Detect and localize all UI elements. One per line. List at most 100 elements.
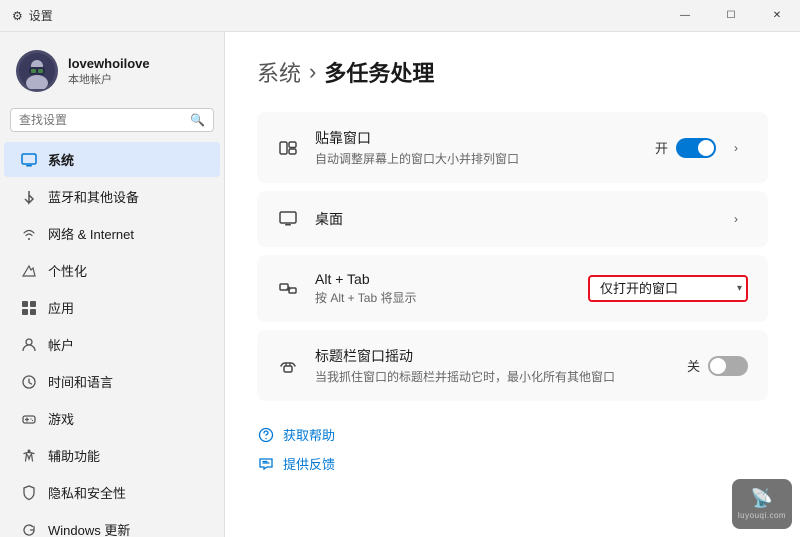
sidebar-item-label: 时间和语言 — [48, 372, 113, 391]
breadcrumb-separator: › — [309, 59, 316, 85]
apps-icon — [20, 299, 38, 317]
alt-tab-icon — [277, 278, 299, 300]
desktop-title: 桌面 — [315, 209, 708, 229]
alt-tab-control: 仅打开的窗口 打开的窗口和标签页 所有标签页 ▾ — [588, 275, 748, 302]
snap-toggle-knob — [698, 140, 714, 156]
help-icon — [257, 426, 275, 444]
main-layout: lovewhoilove 本地帐户 🔍 系统 蓝牙和其他设备 — [0, 32, 800, 537]
title-bar-controls: — ☐ ✕ — [662, 0, 800, 32]
desktop-icon — [277, 208, 299, 230]
snap-window-row: 贴靠窗口 自动调整屏幕上的窗口大小并排列窗口 开 › — [257, 112, 768, 183]
windows-update-icon — [20, 521, 38, 537]
breadcrumb: 系统 › 多任务处理 — [257, 56, 768, 88]
snap-window-title: 贴靠窗口 — [315, 128, 639, 148]
snap-window-control: 开 › — [655, 136, 748, 160]
footer-links: 获取帮助 提供反馈 — [257, 425, 768, 473]
alt-tab-title: Alt + Tab — [315, 271, 572, 287]
personalization-icon — [20, 262, 38, 280]
shake-control: 关 — [687, 356, 748, 376]
alt-tab-dropdown[interactable]: 仅打开的窗口 打开的窗口和标签页 所有标签页 — [588, 275, 748, 302]
shake-text: 标题栏窗口摇动 当我抓住窗口的标题栏并摇动它时，最小化所有其他窗口 — [315, 346, 671, 385]
desktop-chevron[interactable]: › — [724, 207, 748, 231]
search-box[interactable]: 🔍 — [10, 108, 214, 132]
search-icon: 🔍 — [190, 113, 205, 127]
feedback-link[interactable]: 提供反馈 — [257, 454, 768, 473]
shake-title: 标题栏窗口摇动 — [315, 346, 671, 366]
alt-tab-text: Alt + Tab 按 Alt + Tab 将显示 — [315, 271, 572, 306]
watermark-text: luyouqi.com — [738, 511, 786, 520]
snap-toggle-label: 开 — [655, 138, 668, 157]
sidebar-item-windows-update[interactable]: Windows 更新 — [4, 512, 220, 537]
alt-tab-dropdown-wrapper: 仅打开的窗口 打开的窗口和标签页 所有标签页 ▾ — [588, 275, 748, 302]
breadcrumb-current: 多任务处理 — [324, 56, 434, 88]
search-input[interactable] — [19, 113, 184, 127]
username: lovewhoilove — [68, 56, 150, 71]
bluetooth-icon — [20, 188, 38, 206]
alt-tab-desc: 按 Alt + Tab 将显示 — [315, 289, 572, 306]
snap-chevron[interactable]: › — [724, 136, 748, 160]
shake-icon — [277, 355, 299, 377]
sidebar-item-label: 隐私和安全性 — [48, 483, 126, 502]
sidebar-item-label: 辅助功能 — [48, 446, 100, 465]
sidebar-item-system[interactable]: 系统 — [4, 142, 220, 177]
accessibility-icon — [20, 447, 38, 465]
sidebar-item-network[interactable]: 网络 & Internet — [4, 216, 220, 251]
sidebar-item-label: 应用 — [48, 298, 74, 317]
system-icon — [20, 151, 38, 169]
sidebar-item-personalization[interactable]: 个性化 — [4, 253, 220, 288]
feedback-icon — [257, 455, 275, 473]
user-info: lovewhoilove 本地帐户 — [68, 56, 150, 87]
sidebar-item-label: 游戏 — [48, 409, 74, 428]
snap-window-desc: 自动调整屏幕上的窗口大小并排列窗口 — [315, 150, 639, 167]
sidebar-item-apps[interactable]: 应用 — [4, 290, 220, 325]
sidebar-item-label: 蓝牙和其他设备 — [48, 187, 139, 206]
sidebar-item-bluetooth[interactable]: 蓝牙和其他设备 — [4, 179, 220, 214]
sidebar-item-accessibility[interactable]: 辅助功能 — [4, 438, 220, 473]
snap-window-text: 贴靠窗口 自动调整屏幕上的窗口大小并排列窗口 — [315, 128, 639, 167]
maximize-button[interactable]: ☐ — [708, 0, 754, 32]
shake-toggle-knob — [710, 358, 726, 374]
privacy-icon — [20, 484, 38, 502]
accounts-icon — [20, 336, 38, 354]
shake-row: 标题栏窗口摇动 当我抓住窗口的标题栏并摇动它时，最小化所有其他窗口 关 — [257, 330, 768, 401]
watermark: 📡 luyouqi.com — [732, 479, 792, 529]
feedback-label: 提供反馈 — [283, 454, 335, 473]
sidebar-item-label: 个性化 — [48, 261, 87, 280]
network-icon — [20, 225, 38, 243]
gaming-icon — [20, 410, 38, 428]
settings-section-alttab: Alt + Tab 按 Alt + Tab 将显示 仅打开的窗口 打开的窗口和标… — [257, 255, 768, 322]
account-type: 本地帐户 — [68, 71, 150, 87]
close-button[interactable]: ✕ — [754, 0, 800, 32]
help-label: 获取帮助 — [283, 425, 335, 444]
settings-section-shake: 标题栏窗口摇动 当我抓住窗口的标题栏并摇动它时，最小化所有其他窗口 关 — [257, 330, 768, 401]
title-bar: ⚙ 设置 — ☐ ✕ — [0, 0, 800, 32]
title-bar-title: 设置 — [29, 7, 53, 24]
shake-toggle-label: 关 — [687, 356, 700, 375]
sidebar-item-privacy[interactable]: 隐私和安全性 — [4, 475, 220, 510]
avatar — [16, 50, 58, 92]
shake-toggle[interactable] — [708, 356, 748, 376]
snap-toggle[interactable] — [676, 138, 716, 158]
settings-section-desktop: 桌面 › — [257, 191, 768, 247]
help-link[interactable]: 获取帮助 — [257, 425, 768, 444]
snap-icon — [277, 137, 299, 159]
settings-section-snap: 贴靠窗口 自动调整屏幕上的窗口大小并排列窗口 开 › — [257, 112, 768, 183]
minimize-button[interactable]: — — [662, 0, 708, 32]
watermark-icon: 📡 — [751, 488, 773, 509]
shake-desc: 当我抓住窗口的标题栏并摇动它时，最小化所有其他窗口 — [315, 368, 671, 385]
sidebar-item-accounts[interactable]: 帐户 — [4, 327, 220, 362]
user-section: lovewhoilove 本地帐户 — [0, 40, 224, 106]
alt-tab-row: Alt + Tab 按 Alt + Tab 将显示 仅打开的窗口 打开的窗口和标… — [257, 255, 768, 322]
sidebar-item-label: Windows 更新 — [48, 520, 130, 537]
content-area: 系统 › 多任务处理 贴靠窗口 自动调整屏幕上的窗口大小并排列窗口 开 — [225, 32, 800, 537]
desktop-row: 桌面 › — [257, 191, 768, 247]
time-icon — [20, 373, 38, 391]
title-bar-left: ⚙ 设置 — [12, 7, 53, 24]
sidebar: lovewhoilove 本地帐户 🔍 系统 蓝牙和其他设备 — [0, 32, 225, 537]
breadcrumb-parent[interactable]: 系统 — [257, 56, 301, 88]
sidebar-item-label: 网络 & Internet — [48, 224, 134, 243]
sidebar-item-label: 帐户 — [48, 335, 74, 354]
desktop-text: 桌面 — [315, 209, 708, 229]
sidebar-item-time[interactable]: 时间和语言 — [4, 364, 220, 399]
sidebar-item-gaming[interactable]: 游戏 — [4, 401, 220, 436]
